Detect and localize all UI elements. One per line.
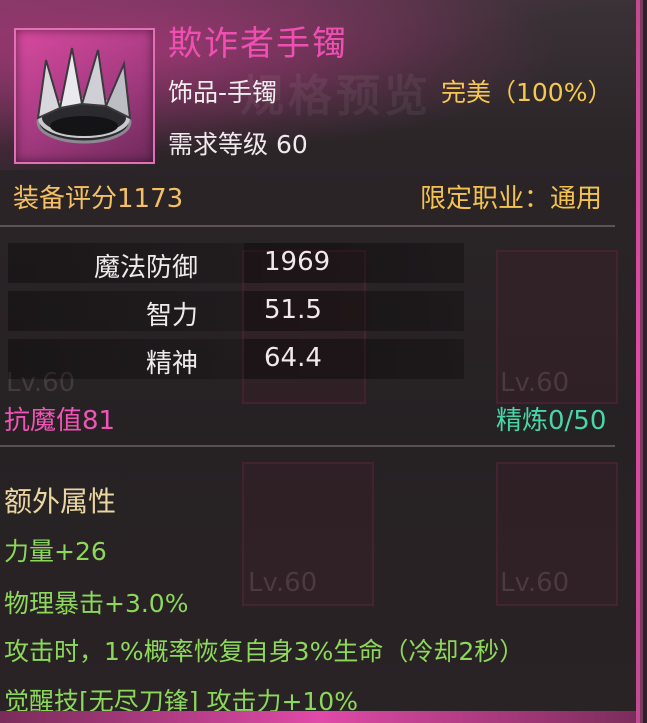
item-type: 饰品-手镯 (168, 78, 278, 107)
extra-attributes-title: 额外属性 (4, 485, 117, 518)
extra-attribute: 攻击时，1%概率恢复自身3%生命（冷却2秒） (4, 637, 525, 666)
required-level: 需求等级 60 (168, 130, 308, 159)
stat-label: 精神 (145, 349, 198, 379)
stat-value: 1969 (264, 247, 331, 277)
stat-value: 51.5 (264, 295, 322, 325)
divider (0, 225, 615, 227)
background-level-label: Lv.60 (248, 568, 318, 598)
item-name: 欺诈者手镯 (168, 24, 348, 64)
background-level-label: Lv.60 (500, 568, 570, 598)
stat-row: 魔法防御 1969 (8, 243, 468, 283)
item-icon-frame[interactable] (14, 28, 155, 164)
refine-level: 精炼0/50 (496, 406, 607, 436)
stat-label: 智力 (145, 301, 198, 331)
magic-resist: 抗魔值81 (4, 406, 116, 436)
job-restriction: 限定职业：通用 (420, 184, 603, 214)
item-quality: 完美（100%） (441, 78, 613, 107)
stat-row: 精神 64.4 (8, 339, 468, 379)
stat-label: 魔法防御 (93, 253, 198, 283)
extra-attribute: 力量+26 (4, 537, 107, 566)
background-level-label: Lv.60 (500, 368, 570, 398)
bracelet-icon (36, 47, 132, 144)
equipment-score: 装备评分1173 (13, 184, 184, 214)
extra-attribute: 物理暴击+3.0% (4, 589, 189, 618)
stat-row: 智力 51.5 (8, 291, 468, 331)
divider (0, 445, 615, 447)
stat-value: 64.4 (264, 343, 322, 373)
bottom-border-glow (0, 711, 640, 723)
item-tooltip-panel: 规格预览 Lv.60 Lv.60 Lv.60 Lv.60 欺诈者手镯 饰品-手镯… (0, 0, 643, 723)
